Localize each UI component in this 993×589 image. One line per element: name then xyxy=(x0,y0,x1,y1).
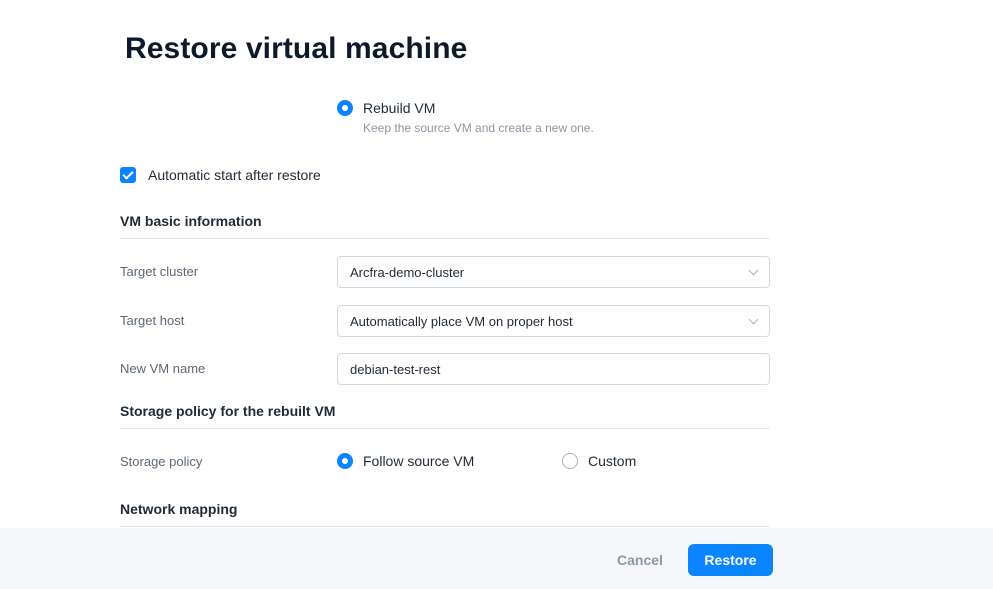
follow-source-vm-label: Follow source VM xyxy=(363,453,475,469)
custom-label: Custom xyxy=(588,453,637,469)
cancel-button[interactable]: Cancel xyxy=(610,544,670,576)
target-host-label: Target host xyxy=(120,313,185,328)
page-title: Restore virtual machine xyxy=(125,32,468,65)
section-heading-network-mapping: Network mapping xyxy=(120,501,770,527)
auto-start-checkbox[interactable] xyxy=(120,167,136,183)
dialog-footer: Cancel Restore xyxy=(0,528,993,589)
auto-start-option[interactable]: Automatic start after restore xyxy=(120,167,321,183)
storage-policy-custom-option[interactable]: Custom xyxy=(562,453,636,469)
rebuild-vm-description: Keep the source VM and create a new one. xyxy=(363,121,594,135)
target-cluster-value: Arcfra-demo-cluster xyxy=(350,264,465,280)
new-vm-name-label: New VM name xyxy=(120,361,206,376)
section-heading-basic-info: VM basic information xyxy=(120,213,770,239)
new-vm-name-input[interactable]: debian-test-rest xyxy=(337,353,770,385)
chevron-down-icon xyxy=(748,265,759,276)
target-cluster-label: Target cluster xyxy=(120,264,199,279)
new-vm-name-value: debian-test-rest xyxy=(350,361,441,377)
rebuild-vm-label: Rebuild VM xyxy=(363,100,436,116)
section-heading-storage-policy: Storage policy for the rebuilt VM xyxy=(120,403,770,429)
auto-start-label: Automatic start after restore xyxy=(148,167,321,183)
storage-policy-label: Storage policy xyxy=(120,454,203,469)
follow-source-vm-radio[interactable] xyxy=(337,453,353,469)
restore-button[interactable]: Restore xyxy=(688,544,773,576)
rebuild-vm-radio-option[interactable]: Rebuild VM xyxy=(337,100,435,116)
target-cluster-select[interactable]: Arcfra-demo-cluster xyxy=(337,256,770,288)
chevron-down-icon xyxy=(748,314,759,325)
rebuild-vm-radio[interactable] xyxy=(337,100,353,116)
target-host-select[interactable]: Automatically place VM on proper host xyxy=(337,305,770,337)
storage-policy-follow-source-option[interactable]: Follow source VM xyxy=(337,453,474,469)
target-host-value: Automatically place VM on proper host xyxy=(350,313,573,329)
custom-radio[interactable] xyxy=(562,453,578,469)
